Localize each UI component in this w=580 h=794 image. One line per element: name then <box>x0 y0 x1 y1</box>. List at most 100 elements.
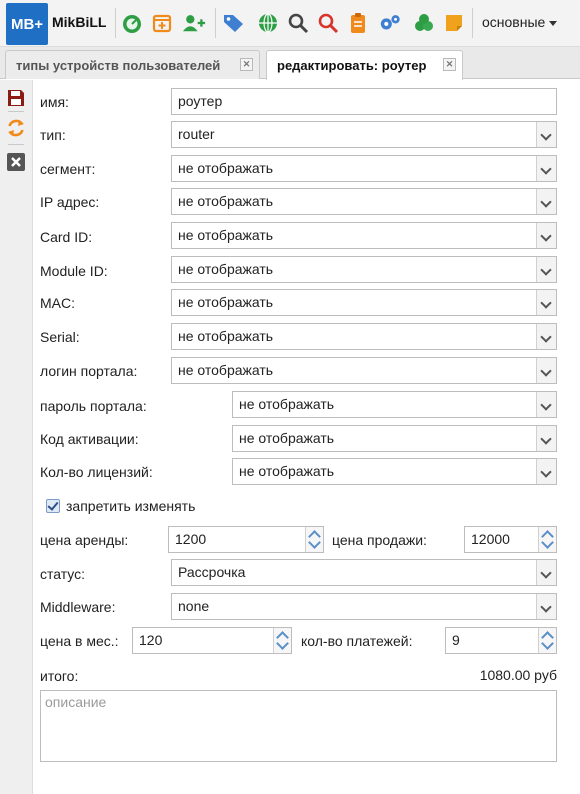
chevron-down-icon <box>536 594 556 619</box>
total-value: 1080.00 руб <box>479 667 557 683</box>
name-value: роутер <box>178 93 223 109</box>
chevron-down-icon <box>536 189 556 214</box>
chevron-down-icon <box>536 560 556 585</box>
activation-code-select[interactable]: не отображать <box>232 425 557 452</box>
module-id-select[interactable]: не отображать <box>171 256 557 283</box>
settings-icon[interactable] <box>378 11 402 35</box>
portal-password-select[interactable]: не отображать <box>232 391 557 418</box>
toolbar-divider <box>215 8 216 38</box>
monthly-price-value: 120 <box>139 632 163 648</box>
top-toolbar: MB+ MikBiLL основные <box>0 0 580 47</box>
activation-code-label: Код активации: <box>40 431 139 447</box>
segment-label: сегмент: <box>40 161 96 177</box>
add-user-icon[interactable] <box>182 11 206 35</box>
calendar-add-icon[interactable] <box>150 11 174 35</box>
monthly-price-label: цена в мес.: <box>40 633 119 649</box>
sale-price-label: цена продажи: <box>332 532 427 548</box>
side-toolbar <box>0 80 33 794</box>
mac-label: MAC: <box>40 295 75 311</box>
sale-price-input[interactable]: 12000 <box>464 526 557 553</box>
chevron-down-icon <box>536 392 556 417</box>
chevron-down-icon <box>536 459 556 484</box>
description-textarea[interactable] <box>40 690 557 762</box>
type-select[interactable]: router <box>171 121 557 148</box>
chevron-down-icon <box>536 257 556 282</box>
toolbar-divider <box>472 8 473 38</box>
ip-select[interactable]: не отображать <box>171 188 557 215</box>
module-id-value: не отображать <box>178 261 274 277</box>
spinner-arrows[interactable] <box>538 628 556 653</box>
serial-select[interactable]: не отображать <box>171 323 557 350</box>
portal-password-value: не отображать <box>239 396 335 412</box>
card-id-select[interactable]: не отображать <box>171 222 557 249</box>
card-id-value: не отображать <box>178 227 274 243</box>
toolbar-divider <box>115 8 116 38</box>
chevron-down-icon <box>536 223 556 248</box>
search-red-icon[interactable] <box>316 11 340 35</box>
device-edit-form: имя: роутер тип: router сегмент: не отоб… <box>33 80 580 794</box>
ip-value: не отображать <box>178 193 274 209</box>
segment-value: не отображать <box>178 160 274 176</box>
rent-price-input[interactable]: 1200 <box>168 526 324 553</box>
middleware-label: Middleware: <box>40 599 116 615</box>
tab-edit-router[interactable]: редактировать: роутер ✕ <box>266 50 463 80</box>
total-label: итого: <box>40 668 79 684</box>
logo[interactable]: MB+ <box>6 3 48 45</box>
search-icon[interactable] <box>286 11 310 35</box>
forbid-edit-checkbox[interactable] <box>46 499 60 513</box>
save-icon[interactable] <box>6 88 26 108</box>
middleware-select[interactable]: none <box>171 593 557 620</box>
toolbar-divider <box>8 144 24 145</box>
main-menu-dropdown[interactable]: основные <box>482 14 558 30</box>
refresh-icon[interactable] <box>6 118 26 138</box>
monthly-price-input[interactable]: 120 <box>132 627 292 654</box>
licenses-value: не отображать <box>239 463 335 479</box>
ip-label: IP адрес: <box>40 194 100 210</box>
licenses-label: Кол-во лицензий: <box>40 464 153 480</box>
spinner-arrows[interactable] <box>305 527 323 552</box>
payments-count-input[interactable]: 9 <box>445 627 557 654</box>
brand-name: MikBiLL <box>52 14 107 30</box>
mac-select[interactable]: не отображать <box>171 289 557 316</box>
clipboard-icon[interactable] <box>346 11 370 35</box>
forbid-edit-label: запретить изменять <box>66 498 196 514</box>
spinner-arrows[interactable] <box>273 628 291 653</box>
segment-select[interactable]: не отображать <box>171 155 557 182</box>
type-value: router <box>178 126 215 142</box>
close-icon[interactable] <box>6 152 26 172</box>
status-value: Рассрочка <box>178 564 246 580</box>
chevron-down-icon <box>536 290 556 315</box>
tab-label: типы устройств пользователей <box>16 58 221 73</box>
tab-strip: типы устройств пользователей ✕ редактиро… <box>0 47 580 80</box>
status-select[interactable]: Рассрочка <box>171 559 557 586</box>
chevron-down-icon <box>549 20 558 26</box>
close-icon[interactable]: ✕ <box>240 58 253 71</box>
portal-login-select[interactable]: не отображать <box>171 357 557 384</box>
portal-login-value: не отображать <box>178 362 274 378</box>
tab-device-types[interactable]: типы устройств пользователей ✕ <box>5 50 260 79</box>
chevron-down-icon <box>536 324 556 349</box>
rent-price-label: цена аренды: <box>40 532 129 548</box>
status-label: статус: <box>40 566 86 582</box>
main-menu-label: основные <box>482 14 546 30</box>
globe-icon[interactable] <box>256 11 280 35</box>
chevron-down-icon <box>536 122 556 147</box>
close-icon[interactable]: ✕ <box>443 58 456 71</box>
module-id-label: Module ID: <box>40 263 108 279</box>
sale-price-value: 12000 <box>471 531 510 547</box>
payments-count-value: 9 <box>452 632 460 648</box>
name-label: имя: <box>40 94 69 110</box>
tags-icon[interactable] <box>222 11 246 35</box>
rent-price-value: 1200 <box>175 531 207 547</box>
serial-value: не отображать <box>178 328 274 344</box>
card-id-label: Card ID: <box>40 229 93 245</box>
toolbar-divider <box>8 111 24 112</box>
licenses-select[interactable]: не отображать <box>232 458 557 485</box>
portal-password-label: пароль портала: <box>40 398 147 414</box>
name-input[interactable]: роутер <box>171 88 557 115</box>
spinner-arrows[interactable] <box>538 527 556 552</box>
note-icon[interactable] <box>442 11 466 35</box>
dashboard-icon[interactable] <box>120 11 144 35</box>
money-icon[interactable] <box>412 11 436 35</box>
portal-login-label: логин портала: <box>40 363 138 379</box>
